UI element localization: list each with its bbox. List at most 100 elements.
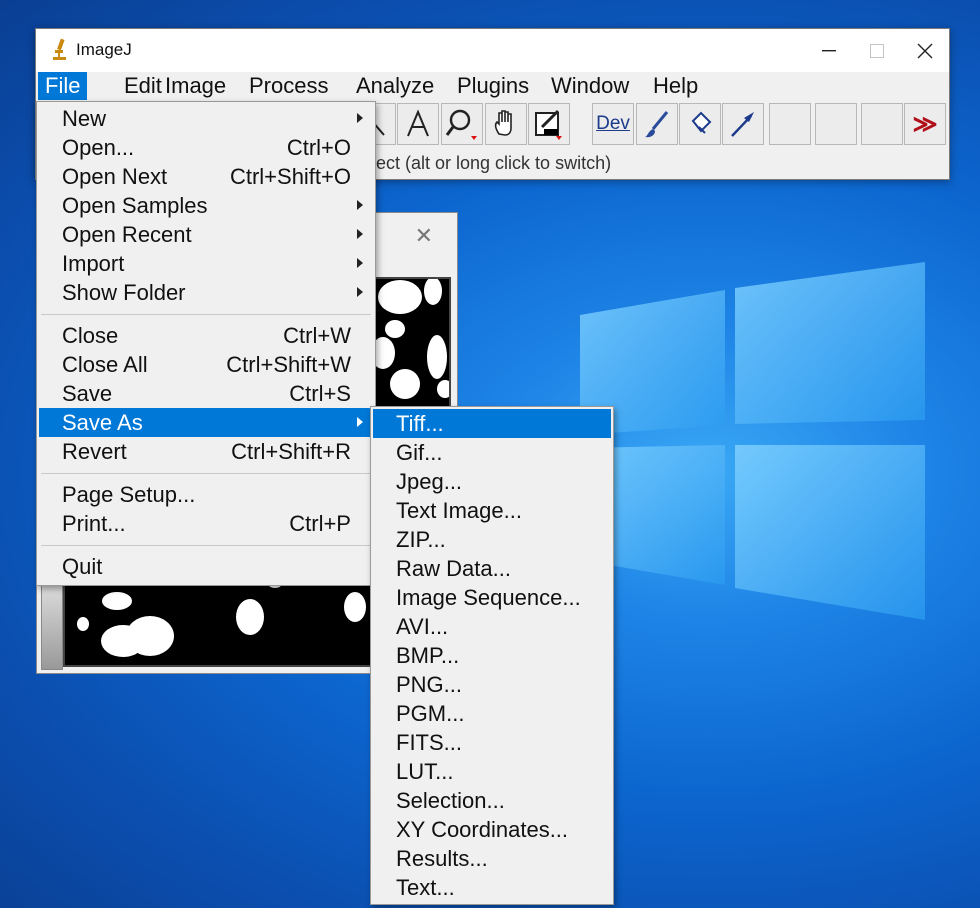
menu-label: Import bbox=[62, 251, 125, 276]
tool-brush[interactable] bbox=[636, 103, 678, 145]
save-as-item[interactable]: PGM... bbox=[373, 699, 611, 728]
menu-label: PNG... bbox=[396, 672, 463, 697]
tool-empty-2[interactable] bbox=[815, 103, 857, 145]
submenu-arrow-icon bbox=[357, 417, 363, 427]
save-as-item[interactable]: Text... bbox=[373, 873, 611, 902]
menu-label: Text... bbox=[396, 875, 455, 900]
file-menu-item[interactable]: Import bbox=[39, 249, 373, 278]
save-as-submenu: Tiff... Gif... Jpeg... Text Image... ZIP… bbox=[370, 406, 614, 905]
save-as-item[interactable]: BMP... bbox=[373, 641, 611, 670]
menu-label: Selection... bbox=[396, 788, 505, 813]
menu-file[interactable]: File bbox=[38, 72, 88, 100]
menu-process[interactable]: Process bbox=[242, 72, 335, 100]
menu-label: Save bbox=[62, 381, 113, 406]
bucket-icon bbox=[691, 111, 712, 134]
maximize-button[interactable] bbox=[853, 29, 901, 72]
save-as-item[interactable]: FITS... bbox=[373, 728, 611, 757]
file-menu-item[interactable]: Open... Ctrl+O bbox=[39, 133, 373, 162]
tool-dev[interactable]: Dev bbox=[592, 103, 634, 145]
save-as-item[interactable]: XY Coordinates... bbox=[373, 815, 611, 844]
save-as-item[interactable]: LUT... bbox=[373, 757, 611, 786]
image-window-close-icon[interactable]: ✕ bbox=[415, 223, 433, 249]
menu-label: Close bbox=[62, 323, 119, 348]
menu-label: Save As bbox=[62, 410, 143, 435]
menu-label: PGM... bbox=[396, 701, 465, 726]
tool-empty-3[interactable] bbox=[861, 103, 903, 145]
file-menu-item[interactable]: Save Ctrl+S bbox=[39, 379, 373, 408]
menu-window[interactable]: Window bbox=[544, 72, 636, 100]
save-as-item[interactable]: Image Sequence... bbox=[373, 583, 611, 612]
menu-plugins[interactable]: Plugins bbox=[450, 72, 536, 100]
tool-zoom[interactable] bbox=[441, 103, 483, 145]
save-as-item[interactable]: AVI... bbox=[373, 612, 611, 641]
menu-label: ZIP... bbox=[396, 527, 446, 552]
file-menu: New Open... Ctrl+O Open Next Ctrl+Shift+O … bbox=[36, 101, 376, 586]
save-as-item[interactable]: Raw Data... bbox=[373, 554, 611, 583]
save-as-item[interactable]: ZIP... bbox=[373, 525, 611, 554]
save-as-item[interactable]: PNG... bbox=[373, 670, 611, 699]
file-menu-item[interactable]: Show Folder bbox=[39, 278, 373, 307]
menu-label: Open Recent bbox=[62, 222, 192, 247]
menu-shortcut: Ctrl+S bbox=[289, 381, 351, 406]
more-tools-label: ≫ bbox=[912, 110, 938, 138]
file-menu-item[interactable]: Revert Ctrl+Shift+R bbox=[39, 437, 373, 466]
menu-label: Show Folder bbox=[62, 280, 186, 305]
file-menu-item[interactable]: Quit bbox=[39, 552, 373, 581]
menu-label: LUT... bbox=[396, 759, 454, 784]
scroll-strip[interactable] bbox=[41, 583, 63, 670]
tool-color-picker[interactable] bbox=[528, 103, 570, 145]
title-bar[interactable]: ImageJ bbox=[36, 29, 949, 72]
menu-label: Open Samples bbox=[62, 193, 208, 218]
file-menu-item[interactable]: Open Recent bbox=[39, 220, 373, 249]
file-menu-item-save-as[interactable]: Save As bbox=[39, 408, 373, 437]
menu-label: FITS... bbox=[396, 730, 462, 755]
file-menu-item[interactable]: Print... Ctrl+P bbox=[39, 509, 373, 538]
close-button[interactable] bbox=[901, 29, 949, 72]
menu-image[interactable]: Image bbox=[158, 72, 233, 100]
arrow-tool-icon bbox=[731, 112, 754, 137]
menu-label: XY Coordinates... bbox=[396, 817, 569, 842]
save-as-item[interactable]: Gif... bbox=[373, 438, 611, 467]
menu-label: Image Sequence... bbox=[396, 585, 581, 610]
menu-help[interactable]: Help bbox=[646, 72, 705, 100]
menu-shortcut: Ctrl+W bbox=[283, 323, 351, 348]
windows-logo bbox=[580, 262, 925, 620]
file-menu-item[interactable]: Page Setup... bbox=[39, 480, 373, 509]
minimize-button[interactable] bbox=[805, 29, 853, 72]
text-tool-icon bbox=[407, 109, 429, 137]
save-as-item[interactable]: Jpeg... bbox=[373, 467, 611, 496]
file-menu-item[interactable]: Open Next Ctrl+Shift+O bbox=[39, 162, 373, 191]
menu-label: Print... bbox=[62, 511, 126, 536]
brush-icon bbox=[645, 111, 669, 138]
close-icon bbox=[917, 43, 933, 58]
more-tools-button[interactable]: ≫ bbox=[904, 103, 946, 145]
save-as-item[interactable]: Text Image... bbox=[373, 496, 611, 525]
save-as-item[interactable]: Results... bbox=[373, 844, 611, 873]
magnifier-icon bbox=[445, 109, 477, 140]
submenu-arrow-icon bbox=[357, 258, 363, 268]
menu-label: Text Image... bbox=[396, 498, 522, 523]
status-line: ect (alt or long click to switch) bbox=[376, 153, 612, 173]
tool-hand[interactable] bbox=[485, 103, 527, 145]
menu-separator bbox=[41, 545, 371, 546]
menu-shortcut: Ctrl+O bbox=[286, 135, 351, 160]
menu-label: Jpeg... bbox=[396, 469, 463, 494]
file-menu-item[interactable]: Close All Ctrl+Shift+W bbox=[39, 350, 373, 379]
file-menu-item[interactable]: Open Samples bbox=[39, 191, 373, 220]
tool-text[interactable] bbox=[397, 103, 439, 145]
submenu-arrow-icon bbox=[357, 229, 363, 239]
submenu-arrow-icon bbox=[357, 113, 363, 123]
menu-label: AVI... bbox=[396, 614, 449, 639]
file-menu-item[interactable]: New bbox=[39, 104, 373, 133]
save-as-item[interactable]: Selection... bbox=[373, 786, 611, 815]
save-as-item[interactable]: Tiff... bbox=[373, 409, 611, 438]
tool-flood-fill[interactable] bbox=[679, 103, 721, 145]
menu-analyze[interactable]: Analyze bbox=[349, 72, 441, 100]
file-menu-item[interactable]: Close Ctrl+W bbox=[39, 321, 373, 350]
tool-empty-1[interactable] bbox=[769, 103, 811, 145]
tool-arrow[interactable] bbox=[722, 103, 764, 145]
menu-label: Open... bbox=[62, 135, 135, 160]
menu-label: Page Setup... bbox=[62, 482, 196, 507]
menu-label: Open Next bbox=[62, 164, 168, 189]
menu-separator bbox=[41, 473, 371, 474]
